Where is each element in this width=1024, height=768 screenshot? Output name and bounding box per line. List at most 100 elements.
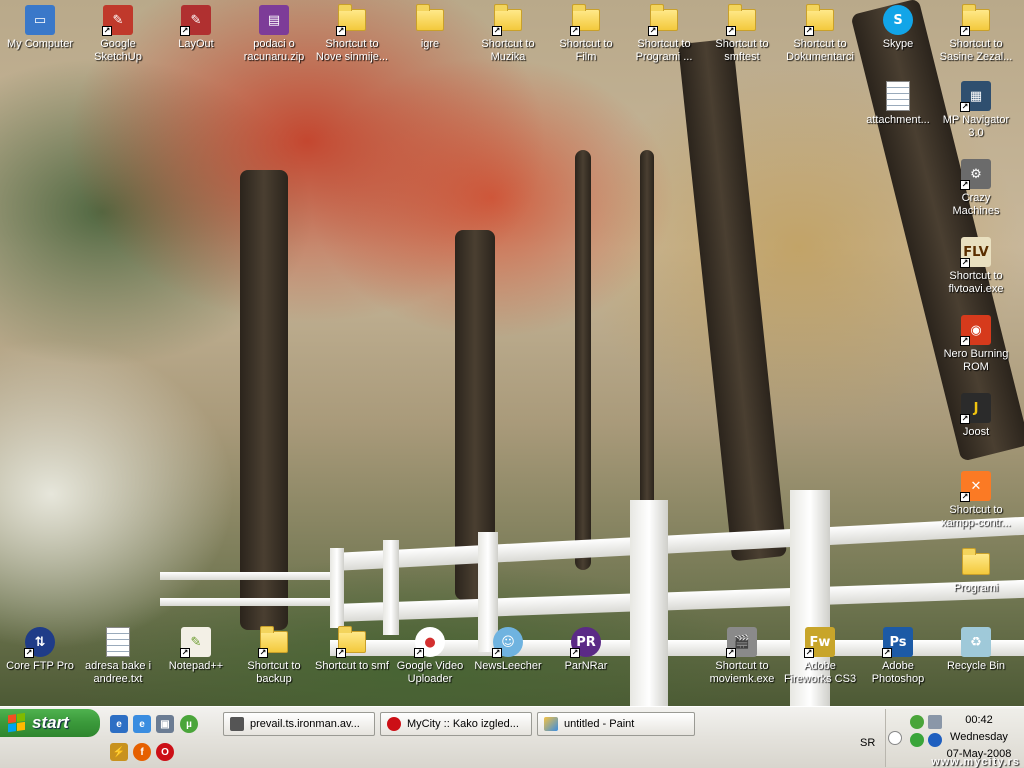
task-button-browser[interactable]: MyCity :: Kako izgled... <box>380 712 532 736</box>
xampp-icon: ✕ ↗ <box>960 470 992 502</box>
wallpaper-fence-post <box>630 500 668 706</box>
desktop-icon[interactable]: ♻ Recycle Bin <box>938 626 1014 673</box>
desktop-icon-label: Notepad++ <box>168 660 224 672</box>
start-button[interactable]: start <box>0 709 100 737</box>
shortcut-arrow-icon: ↗ <box>648 26 658 36</box>
wallpaper-tree-trunk <box>240 170 288 630</box>
opera-icon[interactable]: O <box>156 743 174 761</box>
clock-time: 00:42 <box>965 714 993 726</box>
outlook-icon[interactable]: e <box>110 715 128 733</box>
desktop-icon[interactable]: ↗ Shortcut to smf <box>314 626 390 673</box>
desktop-icon[interactable]: igre <box>392 4 468 51</box>
utorrent-tray-icon[interactable] <box>910 715 924 729</box>
messenger-tray-icon[interactable] <box>910 733 924 747</box>
shortcut-arrow-icon: ↗ <box>258 648 268 658</box>
utorrent-icon[interactable]: µ <box>180 715 198 733</box>
desktop-icon[interactable]: 🎬 ↗ Shortcut to moviemk.exe <box>704 626 780 686</box>
shortcut-arrow-icon: ↗ <box>960 102 970 112</box>
shortcut-arrow-icon: ↗ <box>960 492 970 502</box>
joost-icon: J ↗ <box>960 392 992 424</box>
desktop-icon[interactable]: attachment... <box>860 80 936 127</box>
layout-icon: ✎ ↗ <box>180 4 212 36</box>
sketchup-icon: ✎ ↗ <box>102 4 134 36</box>
desktop-icon[interactable]: FLV ↗ Shortcut to flvtoavi.exe <box>938 236 1014 296</box>
newsleecher-icon: ☺ ↗ <box>492 626 524 658</box>
desktop-icon[interactable]: ↗ Shortcut to Muzika <box>470 4 546 64</box>
desktop-icon[interactable]: ▦ ↗ MP Navigator 3.0 <box>938 80 1014 140</box>
desktop-icon[interactable]: ✎ ↗ Notepad++ <box>158 626 234 673</box>
firefox-icon[interactable]: f <box>133 743 151 761</box>
folder-icon: ↗ <box>336 626 368 658</box>
task-label: MyCity :: Kako izgled... <box>407 718 519 730</box>
desktop-icon-label: Shortcut to Nove sinmije... <box>315 38 389 63</box>
show-desktop-icon[interactable]: ▣ <box>156 715 174 733</box>
desktop-icon[interactable]: ▭ My Computer <box>2 4 78 51</box>
desktop-icon[interactable]: J ↗ Joost <box>938 392 1014 439</box>
desktop-icon[interactable]: ↗ Shortcut to Programi ... <box>626 4 702 64</box>
desktop-icon[interactable]: ↗ Shortcut to smftest <box>704 4 780 64</box>
desktop-icon[interactable]: ⇅ ↗ Core FTP Pro <box>2 626 78 673</box>
windows-logo-icon <box>8 712 26 734</box>
desktop-icon[interactable]: ↗ Shortcut to backup <box>236 626 312 686</box>
crazy-machines-icon: ⚙ ↗ <box>960 158 992 190</box>
shortcut-arrow-icon: ↗ <box>726 648 736 658</box>
recycle-bin-icon: ♻ <box>960 626 992 658</box>
desktop-icon-label: NewsLeecher <box>474 660 542 672</box>
tray-expand-icon[interactable] <box>888 731 902 745</box>
task-button-paint[interactable]: untitled - Paint <box>537 712 695 736</box>
desktop-icon-label: adresa bake i andree.txt <box>84 660 152 685</box>
wallpaper-tree-trunk <box>575 150 591 570</box>
clock-day: Wednesday <box>950 731 1008 743</box>
internet-explorer-icon[interactable]: e <box>133 715 151 733</box>
desktop-icon[interactable]: ◉ ↗ Nero Burning ROM <box>938 314 1014 374</box>
desktop-icon[interactable]: ☺ ↗ NewsLeecher <box>470 626 546 673</box>
desktop-icon-label: Shortcut to backup <box>247 660 301 685</box>
task-label: untitled - Paint <box>564 718 635 730</box>
desktop-icon[interactable]: ↗ Shortcut to Film <box>548 4 624 64</box>
desktop-icon[interactable]: PR ↗ ParNRar <box>548 626 624 673</box>
wallpaper-fence-rail <box>160 598 330 606</box>
shortcut-arrow-icon: ↗ <box>804 26 814 36</box>
folder-icon <box>414 4 446 36</box>
document-icon <box>882 80 914 112</box>
desktop-icon-label: LayOut <box>178 38 214 50</box>
wallpaper-fence-rail <box>330 579 1024 623</box>
language-indicator[interactable]: SR <box>860 737 875 749</box>
desktop-icon[interactable]: ⚙ ↗ Crazy Machines <box>938 158 1014 218</box>
desktop-icon[interactable]: ↗ Shortcut to Sasine Zezal... <box>938 4 1014 64</box>
shortcut-arrow-icon: ↗ <box>336 26 346 36</box>
desktop-icon[interactable]: ✕ ↗ Shortcut to xampp-contr... <box>938 470 1014 530</box>
desktop-icon[interactable]: ↗ Shortcut to Nove sinmije... <box>314 4 390 64</box>
start-label: start <box>32 713 69 732</box>
wallpaper-tree-trunk <box>677 38 788 562</box>
desktop-icon[interactable]: adresa bake i andree.txt <box>80 626 156 686</box>
desktop-icon-label: Google SketchUp <box>94 38 142 63</box>
desktop-icon[interactable]: Programi <box>938 548 1014 595</box>
winamp-icon[interactable]: ⚡ <box>110 743 128 761</box>
video-file-icon <box>230 717 244 731</box>
desktop-icon-label: Shortcut to Dokumentarci <box>786 38 854 63</box>
folder-icon: ↗ <box>258 626 290 658</box>
watermark: www.mycity.rs <box>931 756 1020 768</box>
desktop[interactable]: ▭ My Computer ✎ ↗ Google SketchUp ✎ ↗ LayOut ▤ po… <box>0 0 1024 706</box>
desktop-icon-label: Adobe Fireworks CS3 <box>783 660 857 685</box>
desktop-icon[interactable]: ● ↗ Google Video Uploader <box>392 626 468 686</box>
taskbar: start e e ▣ µ ⚡ f O prevail.ts.ironman.a… <box>0 706 1024 768</box>
shortcut-arrow-icon: ↗ <box>102 26 112 36</box>
desktop-icon[interactable]: Fw ↗ Adobe Fireworks CS3 <box>782 626 858 686</box>
coreftp-icon: ⇅ ↗ <box>24 626 56 658</box>
zip-icon: ▤ <box>258 4 290 36</box>
desktop-icon[interactable]: ↗ Shortcut to Dokumentarci <box>782 4 858 64</box>
shortcut-arrow-icon: ↗ <box>570 648 580 658</box>
task-button-video[interactable]: prevail.ts.ironman.av... <box>223 712 375 736</box>
desktop-icon-label: Shortcut to smftest <box>715 38 769 63</box>
desktop-icon[interactable]: ✎ ↗ Google SketchUp <box>80 4 156 64</box>
moviemaker-icon: 🎬 ↗ <box>726 626 758 658</box>
shortcut-arrow-icon: ↗ <box>570 26 580 36</box>
desktop-icon[interactable]: Ps↗Adobe Photoshop CS3 <box>860 626 936 686</box>
desktop-icon[interactable]: ✎ ↗ LayOut <box>158 4 234 51</box>
folder-icon: ↗ <box>492 4 524 36</box>
desktop-icon[interactable]: S Skype <box>860 4 936 51</box>
desktop-icon[interactable]: ▤ podaci o racunaru.zip <box>236 4 312 64</box>
folder-icon: ↗ <box>336 4 368 36</box>
